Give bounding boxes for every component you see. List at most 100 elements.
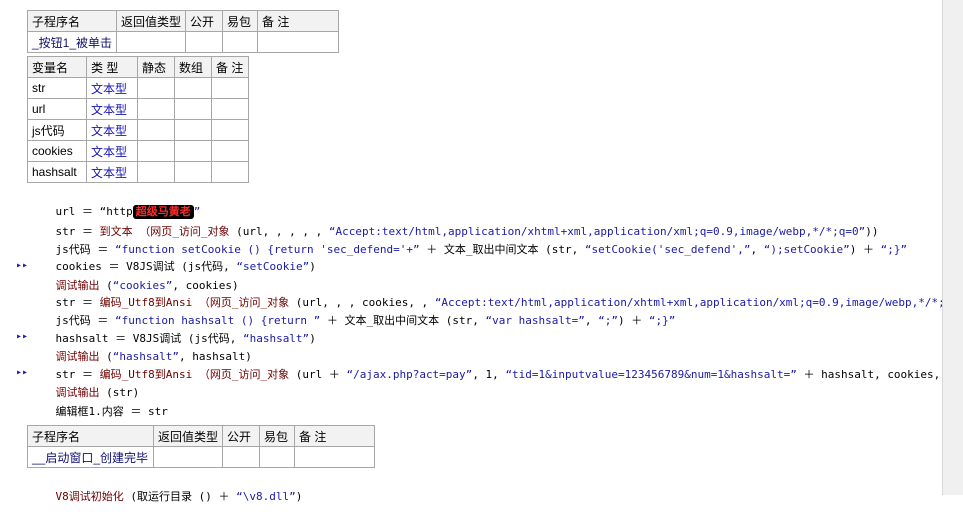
code-line-6[interactable]: str ＝ 编码_Utf8到Ansi （网页_访问_对象 (url, , , c… (29, 273, 963, 309)
var-remark[interactable] (211, 77, 249, 99)
code-text: , (584, 314, 599, 327)
code-line-2[interactable]: str ＝ 到文本 （网页_访问_对象 (url, , , , , “Accep… (29, 202, 879, 238)
code-string: “hashsalt” (242, 332, 310, 345)
var-static[interactable] (137, 98, 175, 120)
header-array: 数组 (174, 56, 212, 78)
subroutine-table-1: 子程序名 返回值类型 公开 易包 备 注 _按钮1_被单击 (26, 10, 339, 53)
var-name[interactable]: cookies (27, 140, 87, 162)
header-static: 静态 (137, 56, 175, 78)
var-array[interactable] (174, 119, 212, 141)
header-remark: 备 注 (257, 10, 339, 32)
header-public: 公开 (185, 10, 224, 32)
code-editor[interactable]: 子程序名 返回值类型 公开 易包 备 注 _按钮1_被单击 变量名 类 型 静态… (0, 0, 963, 503)
header-epackage: 易包 (259, 425, 296, 447)
var-array[interactable] (174, 140, 212, 162)
vertical-scrollbar[interactable] (942, 0, 963, 495)
code-string: “;}” (648, 314, 676, 327)
header-public: 公开 (222, 425, 261, 447)
var-type[interactable]: 文本型 (86, 161, 138, 183)
cell-public[interactable] (222, 446, 261, 468)
code-string: “);setCookie” (763, 243, 850, 256)
debug-marker-icon[interactable]: ▸▸ (16, 327, 28, 347)
table-row[interactable]: cookies 文本型 (27, 140, 249, 162)
code-text: ) (309, 260, 316, 273)
code-text: , (750, 243, 764, 256)
code-text: ＋ 文本_取出中间文本 (str, (320, 314, 486, 327)
code-string: “var hashsalt=” (485, 314, 585, 327)
subroutine-name[interactable]: _按钮1_被单击 (26, 31, 118, 53)
code-line-4[interactable]: cookies ＝ V8JS调试 (js代码, “setCookie”) (29, 237, 316, 273)
code-string: “tid=1&inputvalue=123456789&num=1&hashsa… (505, 368, 797, 381)
variable-table: 变量名 类 型 静态 数组 备 注 str 文本型 url 文本型 js代码 文… (27, 56, 249, 183)
code-text: ＋ 文本_取出中间文本 (str, (419, 243, 585, 256)
var-type[interactable]: 文本型 (86, 140, 138, 162)
var-name[interactable]: js代码 (27, 119, 87, 141)
code-line-7[interactable]: js代码 ＝ “function hashsalt () {return ” ＋… (29, 291, 676, 327)
table-row[interactable]: hashsalt 文本型 (27, 161, 249, 183)
debug-marker-icon[interactable]: ▸▸ (16, 363, 28, 383)
var-static[interactable] (137, 140, 175, 162)
header-epackage: 易包 (222, 10, 259, 32)
var-name[interactable]: str (27, 77, 87, 99)
code-text: , 1, (472, 368, 506, 381)
cell-remark[interactable] (294, 446, 375, 468)
header-var-remark: 备 注 (211, 56, 249, 78)
var-remark[interactable] (211, 161, 249, 183)
code-line-12[interactable]: 编辑框1.内容 ＝ str (29, 382, 168, 418)
var-array[interactable] (174, 98, 212, 120)
header-return-type: 返回值类型 (152, 425, 224, 447)
var-static[interactable] (137, 161, 175, 183)
var-static[interactable] (137, 119, 175, 141)
var-remark[interactable] (211, 140, 249, 162)
code-string: “setCookie” (236, 260, 310, 273)
table-row[interactable]: js代码 文本型 (27, 119, 249, 141)
header-var-type: 类 型 (86, 56, 138, 78)
code-text: ) ＋ (849, 243, 881, 256)
header-sub-name: 子程序名 (26, 10, 118, 32)
code-text: (url ＋ (289, 368, 347, 381)
header-var-name: 变量名 (27, 56, 87, 78)
cell-epackage[interactable] (259, 446, 296, 468)
code-text: (取运行目录 () ＋ (123, 490, 237, 503)
code-text: 编辑框1.内容 ＝ str (55, 405, 168, 418)
code-string: “/ajax.php?act=pay” (346, 368, 473, 381)
var-remark[interactable] (211, 119, 249, 141)
cell-public[interactable] (185, 31, 224, 53)
code-line-1[interactable]: url ＝ “http 超级马黄老” (29, 182, 200, 219)
subroutine-name[interactable]: __启动窗口_创建完毕 (27, 446, 154, 468)
table-row[interactable]: str 文本型 (27, 77, 249, 99)
code-text: ) ＋ (618, 314, 649, 327)
header-return-type: 返回值类型 (116, 10, 187, 32)
code-line-10[interactable]: str ＝ 编码_Utf8到Ansi （网页_访问_对象 (url ＋ “/aj… (29, 345, 963, 381)
code-line-11[interactable]: 调试输出 (str) (29, 363, 140, 399)
debug-marker-icon[interactable]: ▸▸ (16, 256, 28, 276)
header-remark: 备 注 (294, 425, 375, 447)
var-type[interactable]: 文本型 (86, 119, 138, 141)
code-function: V8调试初始化 (55, 490, 124, 503)
cell-epackage[interactable] (222, 31, 259, 53)
var-array[interactable] (174, 161, 212, 183)
var-remark[interactable] (211, 98, 249, 120)
cell-return-type[interactable] (152, 446, 224, 468)
var-static[interactable] (137, 77, 175, 99)
var-name[interactable]: url (27, 98, 87, 120)
code-string: “\v8.dll” (236, 490, 296, 503)
table-row[interactable]: url 文本型 (27, 98, 249, 120)
cell-return-type[interactable] (116, 31, 187, 53)
code-text: ) (295, 490, 303, 503)
var-name[interactable]: hashsalt (27, 161, 87, 183)
code-text: ) (309, 332, 316, 345)
var-type[interactable]: 文本型 (86, 77, 138, 99)
var-array[interactable] (174, 77, 212, 99)
code-string: “;” (598, 314, 619, 327)
code-line-8[interactable]: hashsalt ＝ V8JS调试 (js代码, “hashsalt”) (29, 309, 316, 345)
code-string: “setCookie('sec_defend',” (584, 243, 751, 256)
code-line-9[interactable]: 调试输出 (“hashsalt”, hashsalt) (29, 327, 252, 363)
code-text: ＋ hashsalt, cookies, , )) (796, 368, 963, 381)
code-line-13[interactable]: V8调试初始化 (取运行目录 () ＋ “\v8.dll”) (29, 467, 303, 503)
subroutine-table-2: 子程序名 返回值类型 公开 易包 备 注 __启动窗口_创建完毕 (27, 425, 375, 468)
cell-remark[interactable] (257, 31, 339, 53)
code-string: “;}” (880, 243, 908, 256)
var-type[interactable]: 文本型 (86, 98, 138, 120)
header-sub-name: 子程序名 (27, 425, 154, 447)
